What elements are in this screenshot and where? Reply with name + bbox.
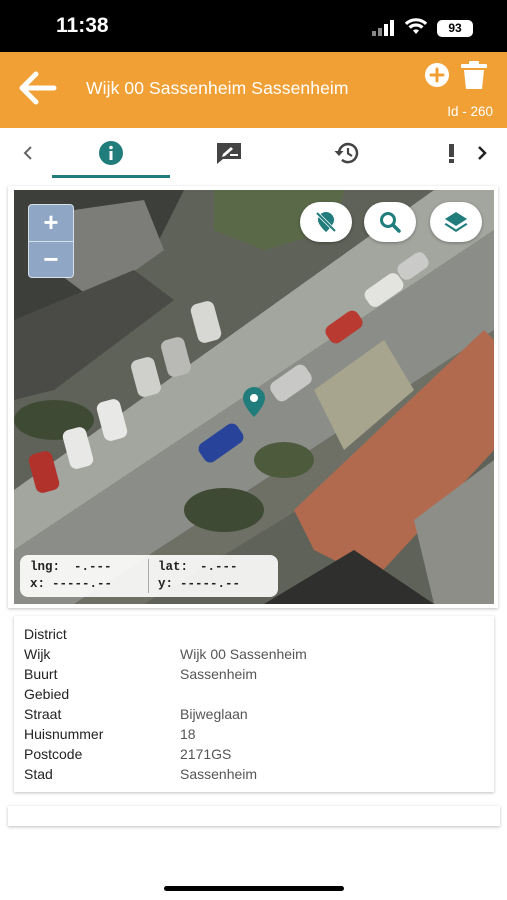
add-circle-icon[interactable] [424,62,450,88]
home-indicator[interactable] [164,886,344,891]
detail-value: Wijk 00 Sassenheim [180,646,307,662]
lng-value: -.--- [74,560,112,574]
detail-value: Sassenheim [180,766,258,782]
coordinates-panel: lng: -.--- x: -----.-- lat: -.--- y: ---… [20,555,278,597]
active-tab-indicator [52,175,170,178]
tabs-scroll-right-button[interactable] [468,128,496,178]
page-title: Wijk 00 Sassenheim Sassenheim [86,78,349,98]
detail-value: Bijweglaan [180,706,248,722]
battery-indicator: 93 [437,20,473,37]
detail-label: District [24,626,67,642]
lat-label: lat: [158,560,189,574]
wifi-icon [404,18,428,34]
detail-label: Straat [24,706,62,722]
coordinates-divider [148,559,149,593]
map-card: + − lng: -.--- x: -----.-- lat: -.--- y:… [8,186,498,608]
detail-value: Sassenheim [180,666,258,682]
zoom-out-button[interactable]: − [29,242,73,277]
alert-icon [449,144,454,163]
detail-label: Huisnummer [24,726,104,742]
map-layers-button[interactable] [430,202,482,242]
tabs-scroll-left-button[interactable] [10,128,46,178]
tab-bar [0,128,507,182]
detail-value: 2171GS [180,746,232,762]
edit-note-icon [217,143,241,164]
chevron-right-icon [478,146,487,160]
info-icon [99,141,123,165]
tab-alerts[interactable] [440,128,464,178]
back-arrow-icon[interactable] [14,68,58,108]
zoom-in-button[interactable]: + [29,205,73,242]
detail-label: Buurt [24,666,58,682]
location-pin-icon[interactable] [241,386,267,418]
x-value: -----.-- [52,577,113,591]
record-id-label: Id - 260 [447,104,493,119]
location-off-icon [315,211,337,233]
tab-notes[interactable] [170,128,288,178]
detail-value: 18 [180,726,196,742]
tab-history[interactable] [288,128,406,178]
y-label: y: [158,577,174,591]
status-bar: 11:38 93 [0,0,507,52]
secondary-card [8,806,500,826]
search-icon [380,212,401,233]
lng-label: lng: [30,560,61,574]
map-search-button[interactable] [364,202,416,242]
aerial-map[interactable]: + − lng: -.--- x: -----.-- lat: -.--- y:… [14,190,494,604]
detail-label: Gebied [24,686,70,702]
app-bar: Wijk 00 Sassenheim Sassenheim Id - 260 [0,52,507,128]
lat-value: -.--- [200,560,238,574]
tab-info[interactable] [52,128,170,178]
chevron-left-icon [23,146,32,160]
detail-label: Postcode [24,746,83,762]
details-card: District Wijk Wijk 00 Sassenheim Buurt S… [14,616,494,792]
cellular-signal-icon [372,20,394,36]
history-icon [334,142,359,164]
x-label: x: [30,577,46,591]
detail-label: Wijk [24,646,51,662]
delete-icon[interactable] [460,60,488,90]
detail-label: Stad [24,766,53,782]
location-off-button[interactable] [300,202,352,242]
y-value: -----.-- [180,577,241,591]
status-time: 11:38 [56,14,109,37]
layers-icon [444,212,468,232]
zoom-controls: + − [28,204,74,278]
